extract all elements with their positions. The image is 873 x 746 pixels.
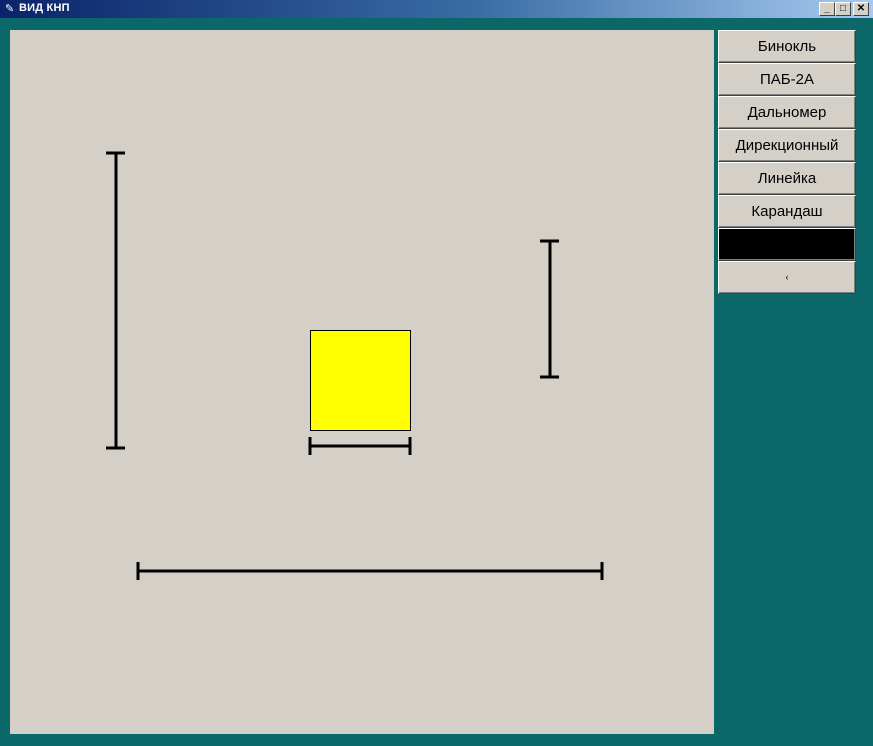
- feather-icon: ✎: [5, 3, 15, 15]
- horizontal-bar-long: [136, 562, 604, 580]
- pencil-button[interactable]: Карандаш: [718, 195, 856, 228]
- drawing-canvas[interactable]: [10, 30, 714, 734]
- color-swatch-button[interactable]: [718, 228, 856, 261]
- arrow-button[interactable]: ‹: [718, 261, 856, 294]
- target-square[interactable]: [310, 330, 411, 431]
- vertical-bar-left: [106, 151, 125, 450]
- minimize-button[interactable]: _: [819, 2, 835, 16]
- directional-button[interactable]: Дирекционный: [718, 129, 856, 162]
- tool-panel: Бинокль ПАБ-2А Дальномер Дирекционный Ли…: [718, 30, 856, 294]
- rangefinder-button[interactable]: Дальномер: [718, 96, 856, 129]
- close-button[interactable]: ✕: [853, 2, 869, 16]
- close-icon: ✕: [856, 3, 866, 14]
- pab-2a-button[interactable]: ПАБ-2А: [718, 63, 856, 96]
- title-bar[interactable]: ✎ ВИД КНП _ □ ✕: [0, 0, 873, 18]
- horizontal-bar-small: [308, 437, 412, 455]
- maximize-icon: □: [839, 3, 847, 14]
- vertical-bar-right: [540, 239, 559, 379]
- ruler-button[interactable]: Линейка: [718, 162, 856, 195]
- binoculars-button[interactable]: Бинокль: [718, 30, 856, 63]
- maximize-button[interactable]: □: [835, 2, 851, 16]
- scene-svg: [106, 151, 604, 580]
- minimize-icon: _: [824, 3, 830, 14]
- window-title: ВИД КНП: [19, 2, 70, 14]
